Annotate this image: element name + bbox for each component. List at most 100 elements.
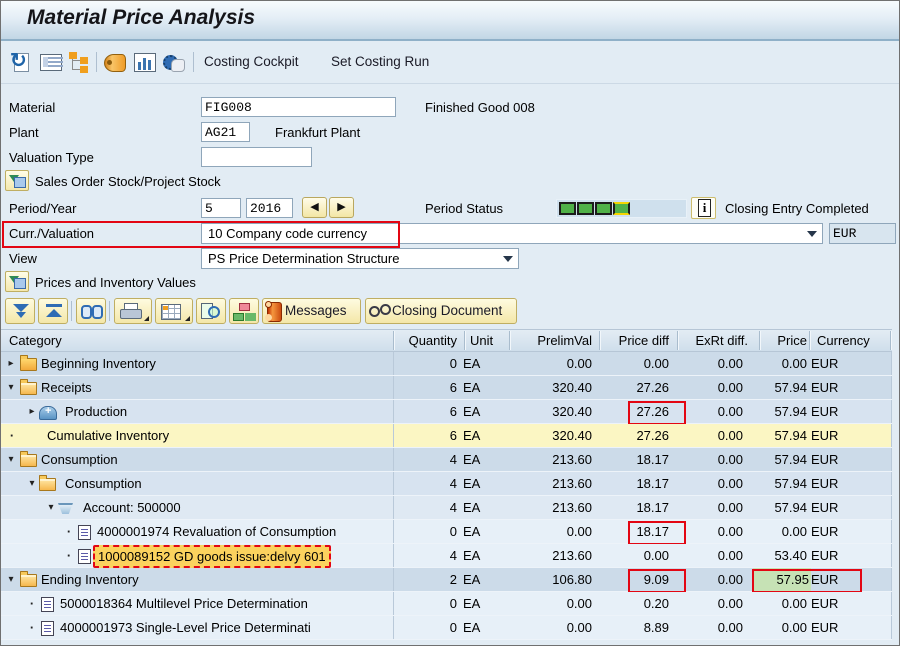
price-cell: 57.94: [774, 428, 807, 443]
status-segment: [595, 202, 612, 215]
leaf-dot-icon: [63, 520, 75, 543]
column-header-pricediff[interactable]: Price diff: [599, 333, 669, 348]
period-year-input[interactable]: [246, 198, 293, 218]
toolbar-separator: [71, 301, 72, 321]
document-icon: [78, 525, 91, 540]
table-row[interactable]: 1000089152 GD goods issue:delvy 601 4 EA…: [1, 544, 892, 568]
annotation-red-box-pricediff: [628, 401, 686, 425]
collapse-all-button[interactable]: [38, 298, 68, 324]
period-month-input[interactable]: [201, 198, 241, 218]
unit-cell: EA: [463, 404, 481, 419]
view-select[interactable]: PS Price Determination Structure: [201, 248, 519, 269]
inventory-filter-icon[interactable]: [5, 271, 29, 292]
table-row[interactable]: 5000018364 Multilevel Price Determinatio…: [1, 592, 892, 616]
grab-hand-gear-icon[interactable]: [161, 51, 185, 73]
table-row[interactable]: Ending Inventory 2 EA 106.80 9.09 0.00 5…: [1, 568, 892, 593]
next-period-button[interactable]: ▶: [329, 197, 354, 218]
unit-cell: EA: [463, 380, 481, 395]
closing-document-button[interactable]: Closing Document: [365, 298, 517, 324]
unit-cell: EA: [463, 548, 481, 563]
column-header-quantity[interactable]: Quantity: [393, 333, 457, 348]
production-icon: [39, 405, 57, 420]
prelimval-cell: 213.60: [552, 476, 592, 491]
table-row[interactable]: 4000001974 Revaluation of Consumption 0 …: [1, 520, 892, 545]
price-cell: 57.94: [774, 500, 807, 515]
column-header-prelimval[interactable]: PrelimVal: [509, 333, 592, 348]
sales-order-filter-icon[interactable]: [5, 170, 29, 191]
currency-cell: EUR: [811, 596, 839, 611]
find-button[interactable]: [76, 298, 106, 324]
expand-all-button[interactable]: [5, 298, 35, 324]
export-grid-button[interactable]: [155, 298, 193, 324]
column-header-unit[interactable]: Unit: [470, 333, 493, 348]
chevron-down-icon: [503, 256, 513, 262]
expand-toggle-icon[interactable]: [26, 400, 38, 423]
category-cell: Consumption: [1, 472, 393, 496]
currency-cell: EUR: [811, 500, 839, 515]
plant-input[interactable]: [201, 122, 250, 142]
price-cell: 53.40: [774, 548, 807, 563]
exrtdiff-cell: 0.00: [717, 548, 743, 563]
set-costing-run-button[interactable]: Set Costing Run: [331, 54, 429, 69]
price-cell: 57.94: [774, 380, 807, 395]
category-label: Production: [65, 404, 128, 419]
annotation-red-box-pricediff: [628, 521, 686, 545]
category-label: 4000001974 Revaluation of Consumption: [97, 524, 337, 539]
folder-open-icon: [20, 451, 37, 467]
quantity-cell: 4: [449, 476, 457, 491]
view-label: View: [9, 251, 37, 266]
column-header-category[interactable]: Category: [9, 333, 62, 348]
inventory-section-title: Prices and Inventory Values: [35, 275, 196, 290]
unit-cell: EA: [463, 500, 481, 515]
quantity-cell: 0: [449, 620, 457, 635]
unit-cell: EA: [463, 476, 481, 491]
valuation-type-input[interactable]: [201, 147, 312, 167]
table-row[interactable]: Receipts 6 EA 320.40 27.26 0.00 57.94 EU…: [1, 376, 892, 400]
category-label: Consumption: [41, 452, 118, 467]
material-input[interactable]: [201, 97, 396, 117]
account-icon: [58, 503, 73, 514]
previous-period-button[interactable]: ◀: [302, 197, 327, 218]
collapse-toggle-icon[interactable]: [5, 376, 17, 399]
table-row[interactable]: Cumulative Inventory 6 EA 320.40 27.26 0…: [1, 424, 892, 448]
collapse-toggle-icon[interactable]: [5, 568, 17, 591]
menu-corner-icon: [144, 316, 149, 321]
table-row[interactable]: Beginning Inventory 0 EA 0.00 0.00 0.00 …: [1, 352, 892, 376]
detail-list-icon[interactable]: [39, 51, 63, 73]
document-icon: [78, 549, 91, 564]
unit-cell: EA: [463, 452, 481, 467]
toolbar-separator: [193, 52, 194, 72]
table-row[interactable]: Account: 500000 4 EA 213.60 18.17 0.00 5…: [1, 496, 892, 520]
annotation-red-box-price: [752, 569, 862, 593]
currency-cell: EUR: [811, 428, 839, 443]
quantity-cell: 0: [449, 596, 457, 611]
leaf-dot-icon: [6, 424, 18, 447]
org-hierarchy-button[interactable]: [229, 298, 259, 324]
column-chart-icon[interactable]: [133, 51, 157, 73]
info-icon[interactable]: [691, 197, 716, 219]
column-header-price[interactable]: Price: [761, 333, 807, 348]
category-cell: Account: 500000: [1, 496, 393, 520]
detail-display-button[interactable]: [196, 298, 226, 324]
collapse-toggle-icon[interactable]: [5, 448, 17, 471]
period-status-bar: [556, 199, 687, 218]
currency-cell: EUR: [811, 476, 839, 491]
print-button[interactable]: [114, 298, 152, 324]
messages-button[interactable]: Messages: [262, 298, 361, 324]
collapse-toggle-icon[interactable]: [26, 472, 38, 495]
hierarchy-icon[interactable]: [67, 51, 91, 73]
costing-cockpit-button[interactable]: Costing Cockpit: [204, 54, 299, 69]
status-segment: [577, 202, 594, 215]
drum-icon[interactable]: [103, 51, 127, 73]
sales-order-section-title: Sales Order Stock/Project Stock: [35, 174, 221, 189]
collapse-toggle-icon[interactable]: [45, 496, 57, 519]
refresh-icon[interactable]: [9, 48, 33, 73]
table-row[interactable]: Production 6 EA 320.40 27.26 0.00 57.94 …: [1, 400, 892, 425]
table-row[interactable]: Consumption 4 EA 213.60 18.17 0.00 57.94…: [1, 448, 892, 472]
valuation-type-label: Valuation Type: [9, 150, 94, 165]
column-header-exrtdiff[interactable]: ExRt diff.: [677, 333, 748, 348]
column-header-currency[interactable]: Currency: [817, 333, 870, 348]
table-row[interactable]: Consumption 4 EA 213.60 18.17 0.00 57.94…: [1, 472, 892, 496]
table-row[interactable]: 4000001973 Single-Level Price Determinat…: [1, 616, 892, 640]
expand-toggle-icon[interactable]: [5, 352, 17, 375]
